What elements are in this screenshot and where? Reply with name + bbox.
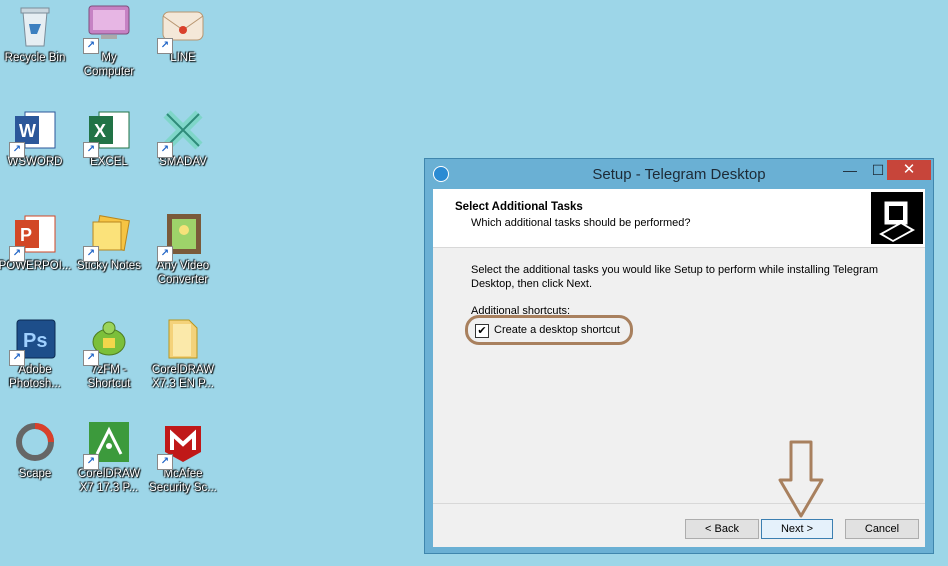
desktop-icon-label: CorelDRAW X7.3 EN P...: [151, 364, 215, 390]
down-arrow-annotation: [778, 440, 824, 518]
desktop-icon-powerpoint[interactable]: P ↗ POWERPOI...: [0, 210, 72, 273]
my-computer-icon: ↗: [83, 2, 133, 54]
shortcut-arrow-icon: ↗: [157, 246, 173, 262]
desktop-icon-label: Adobe Photosh...: [9, 364, 61, 390]
header-title: Select Additional Tasks: [455, 201, 583, 213]
back-button[interactable]: < Back: [685, 519, 759, 539]
desktop-shortcut-checkbox[interactable]: ✔: [475, 324, 489, 338]
svg-text:X: X: [94, 121, 106, 141]
svg-text:P: P: [20, 225, 32, 245]
desktop-icon-label: CorelDRAW X7 17.3 P...: [77, 468, 141, 494]
desktop-icon-line[interactable]: ↗ LINE: [146, 2, 220, 65]
shortcut-arrow-icon: ↗: [9, 142, 25, 158]
desktop-icon-excel[interactable]: X ↗ EXCEL: [72, 106, 146, 169]
desktop-icon-smadav[interactable]: ↗ SMADAV: [146, 106, 220, 169]
cancel-button[interactable]: Cancel: [845, 519, 919, 539]
recycle-bin-icon: [11, 2, 59, 50]
line-envelope-icon: ↗: [157, 2, 207, 54]
wizard-header: Select Additional Tasks Which additional…: [433, 189, 925, 248]
shortcut-arrow-icon: ↗: [9, 246, 25, 262]
shortcut-arrow-icon: ↗: [157, 454, 173, 470]
desktop-icon-photoshop[interactable]: Ps ↗ Adobe Photosh...: [0, 314, 72, 391]
shortcut-arrow-icon: ↗: [9, 350, 25, 366]
mcafee-icon: ↗: [157, 418, 207, 470]
desktop-icon-recycle-bin[interactable]: Recycle Bin: [0, 2, 72, 65]
desktop-icon-label: 7zFM - Shortcut: [87, 364, 131, 390]
desktop-icon-label: Scape: [18, 468, 52, 480]
7zfm-icon: ↗: [83, 314, 133, 366]
desktop-icon-mcafee[interactable]: ↗ McAfee Security Sc...: [146, 418, 220, 495]
next-button[interactable]: Next >: [761, 519, 833, 539]
intro-text: Select the additional tasks you would li…: [471, 264, 879, 290]
coreldraw-icon: ↗: [83, 418, 133, 470]
svg-text:Ps: Ps: [23, 330, 47, 352]
shortcut-arrow-icon: ↗: [83, 246, 99, 262]
desktop-icon-coreldraw-x7[interactable]: ↗ CorelDRAW X7 17.3 P...: [72, 418, 146, 495]
shortcut-arrow-icon: ↗: [157, 142, 173, 158]
desktop-icon-any-video-converter[interactable]: ↗ Any Video Converter: [146, 210, 220, 287]
shortcut-arrow-icon: ↗: [83, 38, 99, 54]
setup-dialog: Setup - Telegram Desktop — ☐ ✕ Select Ad…: [424, 158, 934, 554]
excel-icon: X ↗: [83, 106, 133, 158]
folder-icon: [159, 314, 207, 362]
desktop-icon-label: My Computer: [83, 52, 135, 78]
word-icon: W ↗: [9, 106, 59, 158]
photoshop-icon: Ps ↗: [9, 314, 59, 366]
shortcut-arrow-icon: ↗: [83, 142, 99, 158]
svg-text:W: W: [19, 121, 36, 141]
footer-divider: [433, 503, 925, 504]
desktop-icon-label: McAfee Security Sc...: [149, 468, 217, 494]
shortcut-arrow-icon: ↗: [157, 38, 173, 54]
desktop-icon-my-computer[interactable]: ↗ My Computer: [72, 2, 146, 79]
desktop-icon-coreldraw-x73[interactable]: CorelDRAW X7.3 EN P...: [146, 314, 220, 391]
desktop-icon-label: Any Video Converter: [156, 260, 210, 286]
shortcut-arrow-icon: ↗: [83, 350, 99, 366]
dialog-client: Select Additional Tasks Which additional…: [433, 189, 925, 547]
setup-computer-icon: [871, 192, 923, 244]
photoscape-icon: [11, 418, 59, 466]
desktop-icon-photoscape[interactable]: Scape: [0, 418, 72, 481]
minimize-button[interactable]: —: [837, 160, 863, 180]
desktop-icon-7zfm[interactable]: ↗ 7zFM - Shortcut: [72, 314, 146, 391]
smadav-icon: ↗: [157, 106, 207, 158]
desktop-icon-wsword[interactable]: W ↗ WSWORD: [0, 106, 72, 169]
desktop-icon-sticky-notes[interactable]: ↗ Sticky Notes: [72, 210, 146, 273]
title-bar[interactable]: Setup - Telegram Desktop — ☐ ✕: [425, 159, 933, 189]
desktop-icon-label: Recycle Bin: [4, 52, 66, 64]
desktop-shortcut-label[interactable]: Create a desktop shortcut: [494, 324, 620, 336]
video-converter-icon: ↗: [157, 210, 207, 262]
shortcut-arrow-icon: ↗: [83, 454, 99, 470]
sticky-notes-icon: ↗: [83, 210, 133, 262]
close-button[interactable]: ✕: [887, 160, 931, 180]
powerpoint-icon: P ↗: [9, 210, 59, 262]
header-subtitle: Which additional tasks should be perform…: [471, 217, 691, 229]
